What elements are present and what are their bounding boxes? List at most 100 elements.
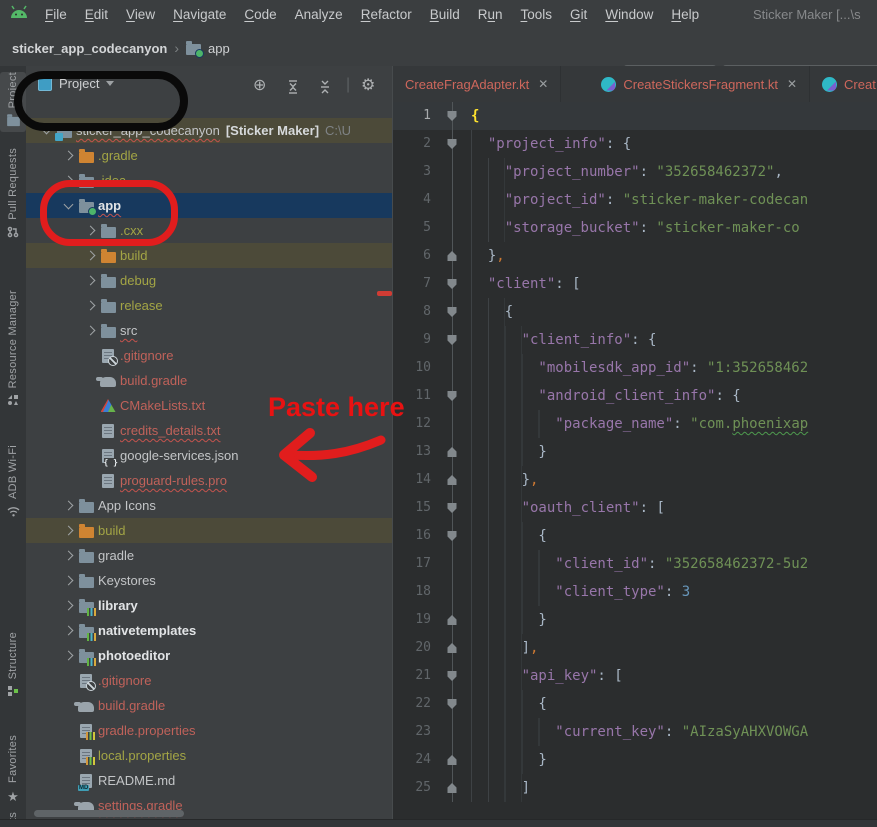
tool-window-button-structure[interactable]: Structure: [0, 632, 26, 702]
fold-gutter[interactable]: [439, 746, 465, 774]
project-view-select[interactable]: Project: [38, 76, 114, 91]
editor-tab-createfragadapter-kt[interactable]: CreateFragAdapter.kt✕: [393, 66, 561, 102]
tree-item-local-properties[interactable]: local.properties: [26, 743, 392, 768]
horizontal-scrollbar[interactable]: [34, 810, 184, 817]
fold-gutter[interactable]: [439, 494, 465, 522]
menu-code[interactable]: Code: [235, 0, 285, 30]
tree-item-label: build.gradle: [120, 373, 187, 388]
chevron-right-icon[interactable]: [60, 652, 76, 659]
menu-run[interactable]: Run: [469, 0, 512, 30]
fold-gutter[interactable]: [439, 438, 465, 466]
tree-item--gitignore[interactable]: .gitignore: [26, 343, 392, 368]
tree-item-credits-details-txt[interactable]: credits_details.txt: [26, 418, 392, 443]
line-number: 12: [393, 410, 439, 438]
chevron-down-icon[interactable]: [38, 129, 54, 133]
tree-item-photoeditor[interactable]: photoeditor: [26, 643, 392, 668]
tree-item-debug[interactable]: debug: [26, 268, 392, 293]
menu-analyze[interactable]: Analyze: [286, 0, 352, 30]
fold-gutter[interactable]: [439, 466, 465, 494]
editor-tab-createstickersfragment-kt[interactable]: CreateStickersFragment.kt✕: [589, 66, 810, 102]
tree-item-keystores[interactable]: Keystores: [26, 568, 392, 593]
chevron-right-icon[interactable]: [60, 552, 76, 559]
chevron-right-icon[interactable]: [82, 327, 98, 334]
chevron-right-icon[interactable]: [60, 152, 76, 159]
tree-item-proguard-rules-pro[interactable]: proguard-rules.pro: [26, 468, 392, 493]
chevron-right-icon[interactable]: [82, 277, 98, 284]
tree-item-app[interactable]: app: [26, 193, 392, 218]
menu-refactor[interactable]: Refactor: [352, 0, 421, 30]
tree-item--gradle[interactable]: .gradle: [26, 143, 392, 168]
tree-item-cmakelists-txt[interactable]: CMakeLists.txt: [26, 393, 392, 418]
chevron-right-icon[interactable]: [60, 577, 76, 584]
chevron-down-icon[interactable]: [60, 204, 76, 208]
tool-window-button-favorites[interactable]: Favorites★: [0, 735, 26, 806]
fold-gutter[interactable]: [439, 522, 465, 550]
menu-git[interactable]: Git: [561, 0, 596, 30]
chevron-right-icon[interactable]: [60, 627, 76, 634]
tree-item-build-gradle[interactable]: build.gradle: [26, 368, 392, 393]
tool-window-button-adb-wi-fi[interactable]: ADB Wi-Fi: [0, 445, 26, 522]
collapse-all-button[interactable]: [318, 80, 332, 99]
editor-area[interactable]: CreateFragAdapter.kt✕ CreateStickersFragm…: [392, 66, 877, 827]
fold-gutter[interactable]: [439, 606, 465, 634]
tree-item-build-gradle[interactable]: build.gradle: [26, 693, 392, 718]
menu-build[interactable]: Build: [421, 0, 469, 30]
tree-item--cxx[interactable]: .cxx: [26, 218, 392, 243]
chevron-right-icon[interactable]: [82, 227, 98, 234]
line-number: 23: [393, 718, 439, 746]
expand-all-button[interactable]: [286, 80, 300, 99]
fold-gutter[interactable]: [439, 382, 465, 410]
tool-window-button-project[interactable]: Project: [0, 72, 26, 132]
menu-view[interactable]: View: [117, 0, 164, 30]
fold-gutter[interactable]: [439, 102, 465, 130]
breadcrumb-module[interactable]: app: [208, 41, 230, 56]
chevron-right-icon[interactable]: [82, 302, 98, 309]
tree-item-library[interactable]: library: [26, 593, 392, 618]
tree-item-google-services-json[interactable]: google-services.json: [26, 443, 392, 468]
fold-gutter[interactable]: [439, 634, 465, 662]
menu-window[interactable]: Window: [596, 0, 662, 30]
tree-item--idea[interactable]: .idea: [26, 168, 392, 193]
tree-item-gradle[interactable]: gradle: [26, 543, 392, 568]
tree-item-src[interactable]: src: [26, 318, 392, 343]
chevron-right-icon[interactable]: [60, 502, 76, 509]
fold-gutter[interactable]: [439, 270, 465, 298]
module-folder-icon: [186, 44, 201, 55]
fold-gutter[interactable]: [439, 326, 465, 354]
locate-file-button[interactable]: ⊕: [253, 78, 266, 94]
code-editor[interactable]: 1{2"project_info": {3"project_number": "…: [393, 102, 877, 802]
menu-navigate[interactable]: Navigate: [164, 0, 235, 30]
editor-tab-creat[interactable]: Creat: [810, 66, 877, 102]
code-line-4: 4"project_id": "sticker-maker-codecan: [393, 186, 877, 214]
tree-item--gitignore[interactable]: .gitignore: [26, 668, 392, 693]
chevron-right-icon[interactable]: [60, 177, 76, 184]
menu-tools[interactable]: Tools: [512, 0, 562, 30]
menu-file[interactable]: File: [36, 0, 76, 30]
tool-window-button-resource-manager[interactable]: Resource Manager: [0, 290, 26, 411]
fold-gutter[interactable]: [439, 774, 465, 802]
chevron-right-icon[interactable]: [82, 252, 98, 259]
tree-item-readme-md[interactable]: README.md: [26, 768, 392, 793]
chevron-right-icon[interactable]: [60, 527, 76, 534]
fold-gutter[interactable]: [439, 662, 465, 690]
tree-item-nativetemplates[interactable]: nativetemplates: [26, 618, 392, 643]
fold-gutter[interactable]: [439, 130, 465, 158]
tree-item-sticker-app-codecanyon[interactable]: sticker_app_codecanyon[Sticker Maker]C:\…: [26, 118, 392, 143]
gear-icon[interactable]: ⚙: [361, 78, 375, 94]
close-icon[interactable]: ✕: [787, 77, 797, 91]
tree-item-build[interactable]: build: [26, 518, 392, 543]
breadcrumb-project[interactable]: sticker_app_codecanyon: [12, 41, 167, 56]
tree-item-release[interactable]: release: [26, 293, 392, 318]
fold-gutter[interactable]: [439, 242, 465, 270]
tree-item-gradle-properties[interactable]: gradle.properties: [26, 718, 392, 743]
menu-edit[interactable]: Edit: [76, 0, 117, 30]
fold-gutter[interactable]: [439, 690, 465, 718]
tree-item-app-icons[interactable]: App Icons: [26, 493, 392, 518]
tool-window-button-pull-requests[interactable]: Pull Requests: [0, 148, 26, 243]
fold-gutter[interactable]: [439, 298, 465, 326]
chevron-right-icon[interactable]: [60, 602, 76, 609]
close-icon[interactable]: ✕: [538, 77, 548, 91]
menu-help[interactable]: Help: [662, 0, 708, 30]
tree-item-build[interactable]: build: [26, 243, 392, 268]
code-line-9: 9"client_info": {: [393, 326, 877, 354]
